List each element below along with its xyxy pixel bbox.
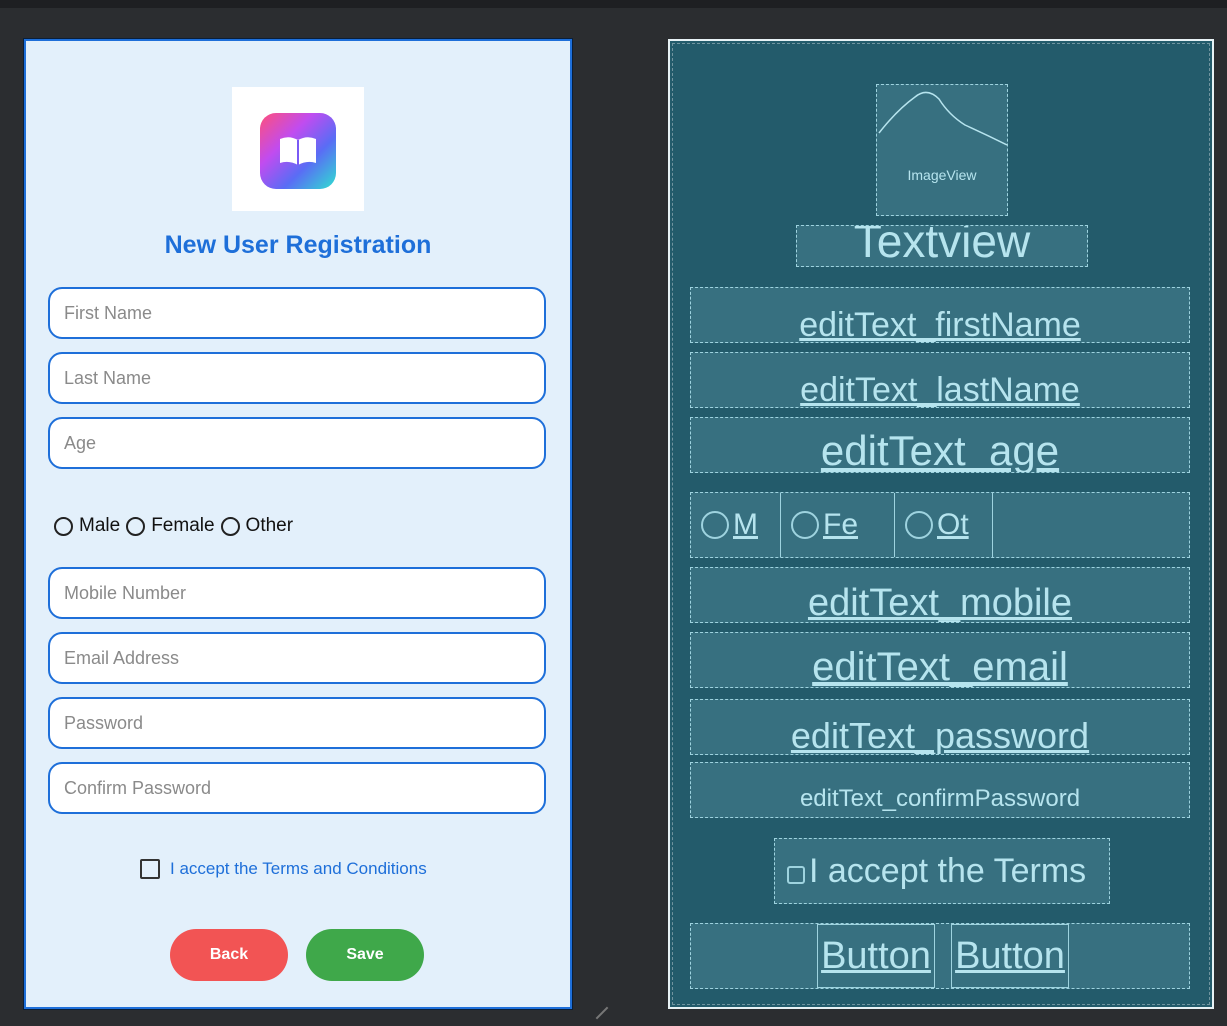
radio-circle-icon [701,511,729,539]
blueprint-button-save[interactable]: Button [951,924,1069,988]
blueprint-radio-group[interactable]: M Fe Ot [690,492,1190,558]
radio-circle-icon [791,511,819,539]
blueprint-edittext-confirmpassword[interactable]: editText_confirmPassword [690,762,1190,818]
blueprint-imageview[interactable]: ImageView [876,84,1008,216]
blueprint-field-label: editText_age [820,427,1060,473]
blueprint-edittext-mobile[interactable]: editText_mobile [690,567,1190,623]
confirm-password-field[interactable] [48,762,546,814]
blueprint-view: ImageView Textview editText_firstName ed… [668,39,1214,1009]
blueprint-field-label: editText_lastName [800,371,1080,408]
page-title: New User Registration [164,231,432,259]
blueprint-radio-label: Ot [937,508,969,541]
blueprint-terms-label: I accept the Terms [809,852,1087,890]
radio-circle-icon [220,516,240,536]
mobile-input[interactable] [62,581,544,605]
blueprint-button-row: Button Button [690,923,1190,989]
editor-top-strip [0,0,1227,8]
blueprint-button-back[interactable]: Button [817,924,935,988]
checkbox-icon[interactable] [140,859,160,879]
blueprint-edittext-email[interactable]: editText_email [690,632,1190,688]
save-button[interactable]: Save [306,929,424,981]
blueprint-checkbox-terms[interactable]: I accept the Terms [774,838,1110,904]
radio-circle-icon [126,516,146,536]
password-input[interactable] [62,711,544,735]
confirm-password-input[interactable] [62,776,544,800]
mobile-field[interactable] [48,567,546,619]
blueprint-edittext-firstname[interactable]: editText_firstName [690,287,1190,343]
gender-radio-male[interactable]: Male [54,515,120,537]
gender-label-male: Male [79,515,121,536]
terms-label: I accept the Terms and Conditions [170,859,427,878]
image-placeholder-icon [878,91,1007,146]
gender-radio-group: Male Female Other [54,511,299,541]
blueprint-radio-other[interactable]: Ot [895,493,993,557]
checkbox-icon [787,866,805,884]
gender-label-other: Other [245,515,294,536]
first-name-field[interactable] [48,287,546,339]
blueprint-button-label: Button [955,935,1065,977]
gender-radio-other[interactable]: Other [220,515,294,537]
terms-checkbox[interactable]: I accept the Terms and Conditions [140,859,427,879]
blueprint-field-label: editText_confirmPassword [799,785,1081,812]
last-name-input[interactable] [62,366,544,390]
book-icon [260,113,336,189]
blueprint-field-label: editText_password [790,715,1090,755]
first-name-input[interactable] [62,301,544,325]
blueprint-button-label: Button [821,935,931,977]
blueprint-edittext-lastname[interactable]: editText_lastName [690,352,1190,408]
gender-label-female: Female [151,515,215,536]
password-field[interactable] [48,697,546,749]
age-input[interactable] [62,431,544,455]
resize-handle-icon[interactable] [595,1006,609,1020]
blueprint-title-label: Textview [853,225,1031,267]
blueprint-field-label: editText_email [812,645,1068,688]
blueprint-radio-label: M [733,508,758,541]
last-name-field[interactable] [48,352,546,404]
radio-circle-icon [54,516,73,536]
app-logo [232,87,364,211]
back-button[interactable]: Back [170,929,288,981]
blueprint-field-label: editText_firstName [799,306,1081,343]
blueprint-radio-label: Fe [823,508,859,541]
blueprint-edittext-age[interactable]: editText_age [690,417,1190,473]
design-preview: New User Registration Male Female Other [24,39,572,1009]
gender-radio-female[interactable]: Female [126,515,215,537]
radio-circle-icon [905,511,933,539]
blueprint-edittext-password[interactable]: editText_password [690,699,1190,755]
blueprint-radio-female[interactable]: Fe [781,493,895,557]
blueprint-field-label: editText_mobile [807,582,1073,623]
email-input[interactable] [62,646,544,670]
email-field[interactable] [48,632,546,684]
age-field[interactable] [48,417,546,469]
blueprint-radio-male[interactable]: M [691,493,781,557]
blueprint-textview[interactable]: Textview [796,225,1088,267]
